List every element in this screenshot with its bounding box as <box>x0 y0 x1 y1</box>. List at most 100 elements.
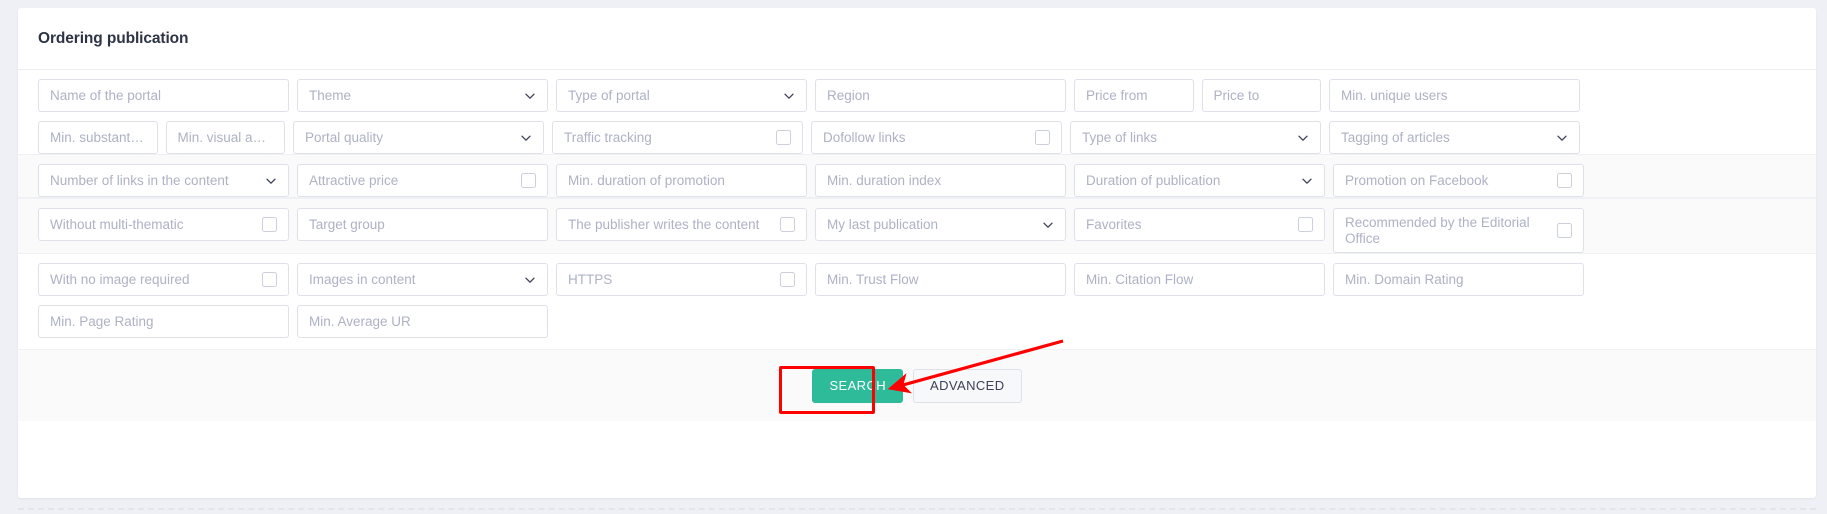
favorites-checkbox[interactable] <box>1298 217 1313 232</box>
field-wrapper: Min. visual a… <box>165 121 285 154</box>
region-field[interactable]: Region <box>815 79 1066 112</box>
field-wrapper: Duration of publication <box>1074 164 1325 197</box>
min-visual-attractiveness-field[interactable]: Min. visual a… <box>165 121 285 154</box>
form-col: Min. duration index <box>811 155 1070 197</box>
name-of-the-portal-field[interactable]: Name of the portal <box>38 79 289 112</box>
theme-field[interactable]: Theme <box>297 79 548 112</box>
traffic-tracking-checkbox[interactable] <box>776 130 791 145</box>
dofollow-links-field[interactable]: Dofollow links <box>811 121 1062 154</box>
theme-label: Theme <box>309 87 352 103</box>
price-from-field[interactable]: Price from <box>1074 79 1194 112</box>
type-of-portal-label: Type of portal <box>568 87 650 103</box>
form-col: Price from <box>1070 70 1198 112</box>
search-filter-form: Name of the portal Theme Type of portal Reg… <box>18 70 1816 349</box>
attractive-price-checkbox[interactable] <box>521 173 536 188</box>
min-substantive-field[interactable]: Min. substant… <box>38 121 158 154</box>
ordering-publication-card: Ordering publication Name of the portal T… <box>18 8 1816 498</box>
chevron-down-icon <box>1042 219 1054 231</box>
favorites-field[interactable]: Favorites <box>1074 208 1325 241</box>
promotion-on-facebook-field[interactable]: Promotion on Facebook <box>1333 164 1584 197</box>
without-multi-thematic-checkbox[interactable] <box>262 217 277 232</box>
min-trust-flow-field[interactable]: Min. Trust Flow <box>815 263 1066 296</box>
field-wrapper: Theme <box>297 79 548 112</box>
form-col: Min. Page Rating <box>34 296 293 338</box>
images-in-content-field[interactable]: Images in content <box>297 263 548 296</box>
form-col: Min. duration of promotion <box>552 155 811 197</box>
min-domain-rating-field[interactable]: Min. Domain Rating <box>1333 263 1584 296</box>
form-col: Theme <box>293 70 552 112</box>
form-band: With no image required Images in content H… <box>18 254 1816 296</box>
field-wrapper: Min. Trust Flow <box>815 263 1066 296</box>
https-checkbox[interactable] <box>780 272 795 287</box>
form-col: HTTPS <box>552 254 811 296</box>
with-no-image-required-field[interactable]: With no image required <box>38 263 289 296</box>
region-label: Region <box>827 87 870 103</box>
form-row: Min. Page Rating Min. Average UR <box>18 296 1816 338</box>
min-average-ur-label: Min. Average UR <box>309 313 411 329</box>
without-multi-thematic-label: Without multi-thematic <box>50 216 184 232</box>
target-group-field[interactable]: Target group <box>297 208 548 241</box>
field-wrapper: Min. unique users <box>1329 79 1580 112</box>
favorites-label: Favorites <box>1086 216 1142 232</box>
min-duration-index-field[interactable]: Min. duration index <box>815 164 1066 197</box>
search-button[interactable]: SEARCH <box>812 368 904 403</box>
form-actions: SEARCH ADVANCED <box>18 349 1816 421</box>
field-wrapper: Type of links <box>1070 121 1321 154</box>
traffic-tracking-field[interactable]: Traffic tracking <box>552 121 803 154</box>
chevron-down-icon <box>524 274 536 286</box>
type-of-links-field[interactable]: Type of links <box>1070 121 1321 154</box>
target-group-label: Target group <box>309 216 385 232</box>
screenshot-root: Ordering publication Name of the portal T… <box>0 0 1827 514</box>
form-band: Without multi-thematic Target group The pu… <box>18 198 1816 254</box>
price-from-label: Price from <box>1086 87 1148 103</box>
https-label: HTTPS <box>568 271 613 287</box>
tagging-of-articles-field[interactable]: Tagging of articles <box>1329 121 1580 154</box>
type-of-portal-field[interactable]: Type of portal <box>556 79 807 112</box>
recommended-by-the-editorial-office-field[interactable]: Recommended by the Editorial Office <box>1333 208 1584 253</box>
advanced-button[interactable]: ADVANCED <box>913 368 1022 403</box>
form-col: Portal quality <box>289 112 548 154</box>
form-col: Price to <box>1198 70 1326 112</box>
the-publisher-writes-the-content-field[interactable]: The publisher writes the content <box>556 208 807 241</box>
form-col: Type of links <box>1066 112 1325 154</box>
number-of-links-in-the-content-field[interactable]: Number of links in the content <box>38 164 289 197</box>
form-col: Tagging of articles <box>1325 112 1584 154</box>
field-wrapper: Min. Page Rating <box>38 305 289 338</box>
portal-quality-field[interactable]: Portal quality <box>293 121 544 154</box>
recommended-by-the-editorial-office-checkbox[interactable] <box>1557 223 1572 238</box>
duration-of-publication-field[interactable]: Duration of publication <box>1074 164 1325 197</box>
type-of-links-label: Type of links <box>1082 129 1158 145</box>
promotion-on-facebook-checkbox[interactable] <box>1557 173 1572 188</box>
the-publisher-writes-the-content-checkbox[interactable] <box>780 217 795 232</box>
card-header: Ordering publication <box>18 8 1816 70</box>
form-col: Target group <box>293 199 552 241</box>
https-field[interactable]: HTTPS <box>556 263 807 296</box>
chevron-down-icon <box>1297 132 1309 144</box>
min-average-ur-field[interactable]: Min. Average UR <box>297 305 548 338</box>
images-in-content-label: Images in content <box>309 271 416 287</box>
form-col: Min. Citation Flow <box>1070 254 1329 296</box>
min-citation-flow-field[interactable]: Min. Citation Flow <box>1074 263 1325 296</box>
field-wrapper: Min. duration of promotion <box>556 164 807 197</box>
field-wrapper: HTTPS <box>556 263 807 296</box>
attractive-price-field[interactable]: Attractive price <box>297 164 548 197</box>
recommended-by-the-editorial-office-label: Recommended by the Editorial Office <box>1345 214 1530 246</box>
min-visual-attractiveness-label: Min. visual a… <box>177 129 267 145</box>
price-to-field[interactable]: Price to <box>1201 79 1321 112</box>
form-col: Without multi-thematic <box>34 199 293 241</box>
chevron-down-icon <box>265 175 277 187</box>
without-multi-thematic-field[interactable]: Without multi-thematic <box>38 208 289 241</box>
field-wrapper: Portal quality <box>293 121 544 154</box>
my-last-publication-field[interactable]: My last publication <box>815 208 1066 241</box>
with-no-image-required-checkbox[interactable] <box>262 272 277 287</box>
dofollow-links-checkbox[interactable] <box>1035 130 1050 145</box>
my-last-publication-label: My last publication <box>827 216 939 232</box>
chevron-down-icon <box>1301 175 1313 187</box>
dofollow-links-label: Dofollow links <box>823 129 906 145</box>
min-duration-of-promotion-field[interactable]: Min. duration of promotion <box>556 164 807 197</box>
min-page-rating-field[interactable]: Min. Page Rating <box>38 305 289 338</box>
field-wrapper: Traffic tracking <box>552 121 803 154</box>
form-col: Duration of publication <box>1070 155 1329 197</box>
min-unique-users-field[interactable]: Min. unique users <box>1329 79 1580 112</box>
form-row: Name of the portal Theme Type of portal Reg… <box>18 70 1816 112</box>
